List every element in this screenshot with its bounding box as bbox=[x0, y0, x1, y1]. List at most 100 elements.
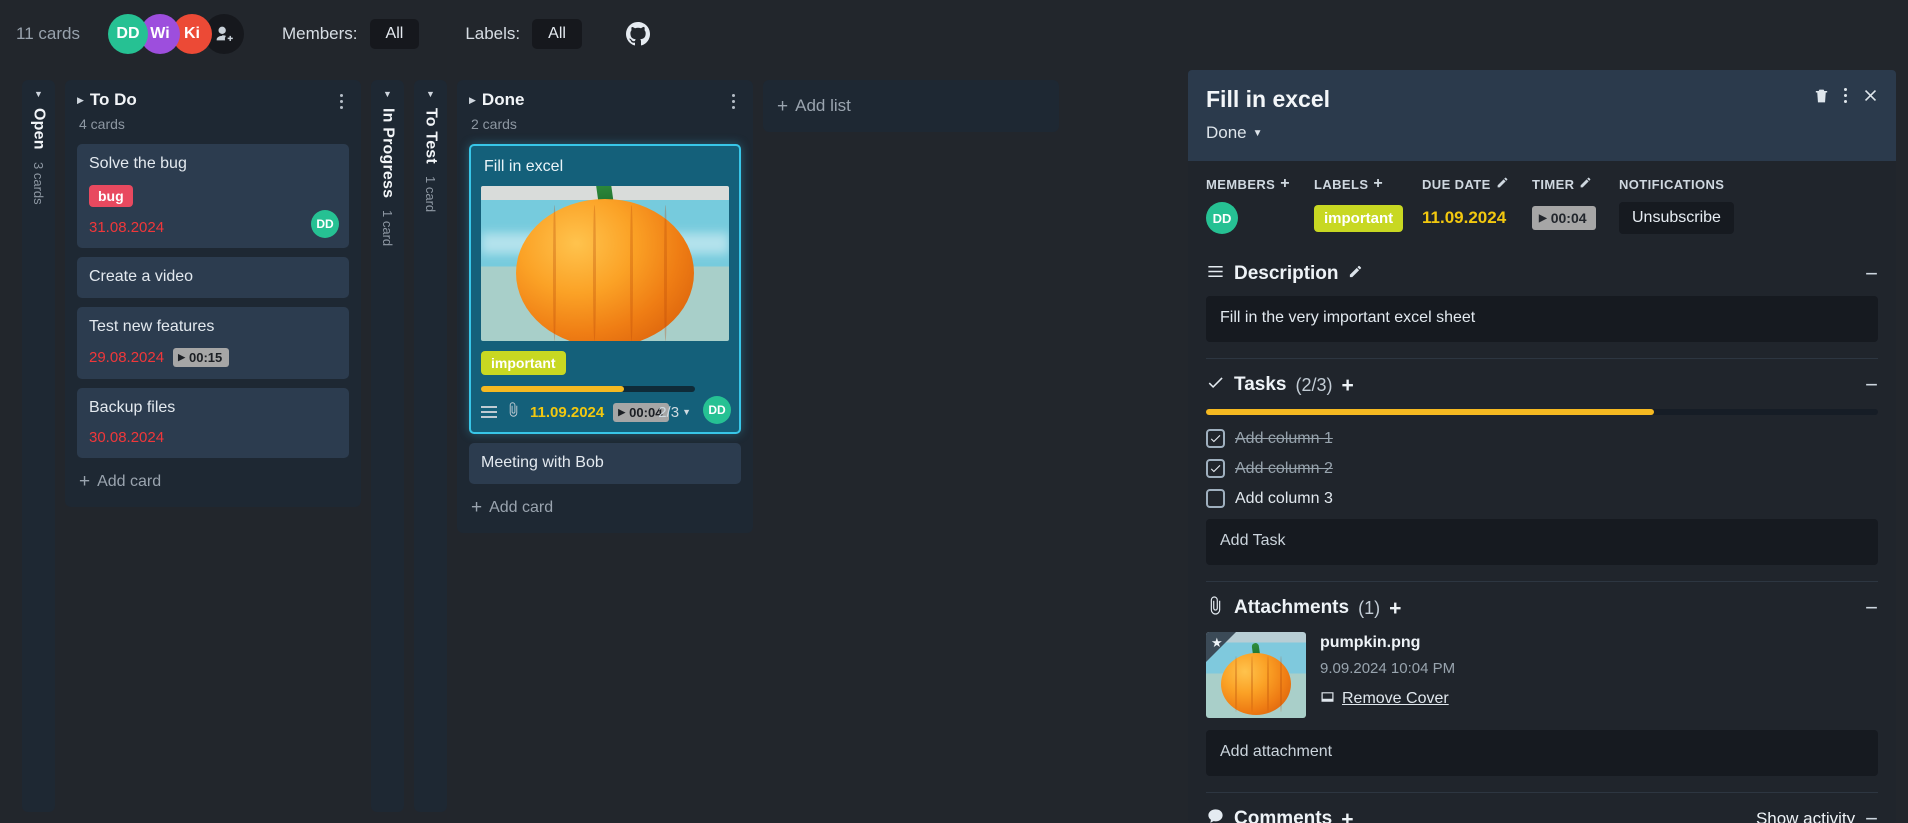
chevron-down-icon[interactable]: ▼ bbox=[426, 90, 435, 99]
description-collapse-toggle[interactable]: − bbox=[1865, 263, 1878, 285]
card-due-date: 11.09.2024 bbox=[530, 403, 605, 421]
check-icon bbox=[1206, 373, 1225, 397]
comments-title: Comments bbox=[1234, 808, 1333, 823]
list-card-count: 2 cards bbox=[471, 116, 517, 132]
description-text[interactable]: Fill in the very important excel sheet bbox=[1206, 296, 1878, 342]
pencil-icon[interactable] bbox=[1348, 264, 1363, 284]
chevron-down-icon[interactable]: ▼ bbox=[383, 90, 392, 99]
card-timer-badge[interactable]: ▶ 00:15 bbox=[173, 348, 230, 367]
attachment-thumbnail[interactable]: ★ bbox=[1206, 632, 1306, 718]
description-icon bbox=[1206, 262, 1225, 286]
panel-label-chip[interactable]: important bbox=[1314, 204, 1404, 232]
sidebar-column-open[interactable]: ▼ Open 3 cards bbox=[22, 80, 55, 812]
plus-icon[interactable]: + bbox=[1280, 175, 1290, 193]
github-icon[interactable] bbox=[625, 22, 650, 46]
add-task-input[interactable]: Add Task bbox=[1206, 519, 1878, 565]
task-checkbox[interactable] bbox=[1206, 459, 1225, 478]
task-label: Add column 3 bbox=[1235, 489, 1333, 507]
panel-status-dropdown[interactable]: Done ▼ bbox=[1206, 123, 1878, 143]
card[interactable]: Solve the bug bug 31.08.2024 DD bbox=[77, 144, 349, 248]
add-card-button[interactable]: + Add card bbox=[77, 458, 349, 495]
kebab-menu-icon[interactable] bbox=[1844, 88, 1847, 103]
task-item[interactable]: Add column 1 bbox=[1206, 429, 1878, 448]
tasks-collapse-toggle[interactable]: − bbox=[1865, 374, 1878, 396]
list-card-count: 1 card bbox=[380, 210, 395, 247]
avatar: DD bbox=[311, 210, 339, 238]
list-title: To Test bbox=[422, 108, 440, 164]
labels-filter-value[interactable]: All bbox=[532, 19, 582, 49]
labels-head: LABELS + bbox=[1314, 175, 1422, 193]
remove-cover-button[interactable]: Remove Cover bbox=[1320, 690, 1455, 708]
trash-icon[interactable] bbox=[1813, 87, 1830, 105]
panel-actions bbox=[1813, 86, 1880, 105]
card-selected[interactable]: Fill in excel important 11.09.2024 ▶ 00:… bbox=[469, 144, 741, 434]
list-card-count: 4 cards bbox=[79, 116, 125, 132]
play-icon: ▶ bbox=[178, 352, 185, 362]
card[interactable]: Backup files 30.08.2024 bbox=[77, 388, 349, 458]
unsubscribe-button[interactable]: Unsubscribe bbox=[1619, 202, 1734, 234]
due-date-head-label: DUE DATE bbox=[1422, 176, 1491, 192]
pencil-icon[interactable] bbox=[1579, 176, 1592, 192]
list-menu-icon[interactable] bbox=[334, 90, 349, 113]
list-menu-icon[interactable] bbox=[726, 90, 741, 113]
plus-icon[interactable]: + bbox=[1373, 175, 1383, 193]
card-title: Backup files bbox=[89, 399, 176, 416]
members-head-label: MEMBERS bbox=[1206, 176, 1276, 192]
panel-due-date[interactable]: 11.09.2024 bbox=[1422, 208, 1506, 228]
comments-collapse-toggle[interactable]: − bbox=[1865, 808, 1878, 823]
attachments-collapse-toggle[interactable]: − bbox=[1865, 597, 1878, 619]
avatar[interactable]: DD bbox=[107, 14, 148, 54]
add-attachment-icon[interactable]: + bbox=[1389, 598, 1401, 619]
card-meta-row: 11.09.2024 ▶ 00:04 2/3 ▼ bbox=[481, 402, 729, 422]
attachment-filename[interactable]: pumpkin.png bbox=[1320, 634, 1455, 652]
members-head: MEMBERS + bbox=[1206, 175, 1314, 193]
panel-timer-badge[interactable]: ▶ 00:04 bbox=[1532, 206, 1596, 230]
chevron-down-icon: ▼ bbox=[1252, 127, 1263, 139]
description-title: Description bbox=[1234, 263, 1339, 284]
card-detail-panel: Fill in excel Done ▼ MEMBERS + LABELS + bbox=[1188, 70, 1896, 823]
card-title: Fill in excel bbox=[484, 158, 564, 175]
pencil-icon[interactable] bbox=[1496, 176, 1509, 192]
task-item[interactable]: Add column 2 bbox=[1206, 459, 1878, 478]
card[interactable]: Create a video bbox=[77, 257, 349, 298]
avatar[interactable]: DD bbox=[1206, 202, 1238, 234]
panel-header: Fill in excel Done ▼ bbox=[1188, 70, 1896, 161]
card[interactable]: Meeting with Bob bbox=[469, 443, 741, 484]
cover-icon bbox=[1320, 690, 1335, 708]
chevron-right-icon[interactable]: ▶ bbox=[469, 95, 476, 105]
members-filter-value[interactable]: All bbox=[369, 19, 420, 49]
add-comment-icon[interactable]: + bbox=[1341, 809, 1353, 823]
task-item[interactable]: Add column 3 bbox=[1206, 489, 1878, 508]
add-card-label: Add card bbox=[97, 472, 162, 490]
card-task-counter[interactable]: 2/3 ▼ bbox=[658, 404, 691, 421]
chevron-down-icon[interactable]: ▼ bbox=[34, 90, 43, 99]
card-title: Test new features bbox=[89, 318, 215, 335]
task-checkbox[interactable] bbox=[1206, 489, 1225, 508]
list-collapsed-in-progress[interactable]: ▼ In Progress 1 card bbox=[371, 80, 404, 812]
show-activity-toggle[interactable]: Show activity − bbox=[1756, 808, 1878, 823]
card-list: Fill in excel important 11.09.2024 ▶ 00:… bbox=[469, 144, 741, 484]
plus-icon: + bbox=[79, 471, 91, 492]
card-cover-image bbox=[481, 186, 729, 341]
add-list-button[interactable]: + Add list bbox=[763, 80, 1059, 132]
card[interactable]: Test new features 29.08.2024 ▶ 00:15 bbox=[77, 307, 349, 379]
attachments-section: Attachments (1) + − ★ pumpkin.png 9.09.2… bbox=[1188, 582, 1896, 793]
card-list: Solve the bug bug 31.08.2024 DD Create a… bbox=[77, 144, 349, 458]
attachment-icon bbox=[1206, 596, 1225, 620]
card-label[interactable]: bug bbox=[89, 185, 133, 207]
pumpkin-illustration bbox=[516, 186, 694, 341]
attachments-counter: (1) bbox=[1358, 597, 1381, 618]
members-filter: Members: All bbox=[282, 19, 420, 49]
panel-card-title[interactable]: Fill in excel bbox=[1206, 86, 1878, 113]
list-collapsed-to-test[interactable]: ▼ To Test 1 card bbox=[414, 80, 447, 812]
add-task-icon[interactable]: + bbox=[1341, 375, 1353, 396]
chevron-right-icon[interactable]: ▶ bbox=[77, 95, 84, 105]
close-icon[interactable] bbox=[1861, 86, 1880, 105]
card-label[interactable]: important bbox=[481, 351, 566, 375]
notifications-head-label: NOTIFICATIONS bbox=[1619, 176, 1725, 192]
add-attachment-input[interactable]: Add attachment bbox=[1206, 730, 1878, 776]
tasks-counter: (2/3) bbox=[1295, 374, 1333, 395]
add-card-button[interactable]: + Add card bbox=[469, 484, 741, 521]
description-section: Description − Fill in the very important… bbox=[1188, 248, 1896, 359]
task-checkbox[interactable] bbox=[1206, 429, 1225, 448]
